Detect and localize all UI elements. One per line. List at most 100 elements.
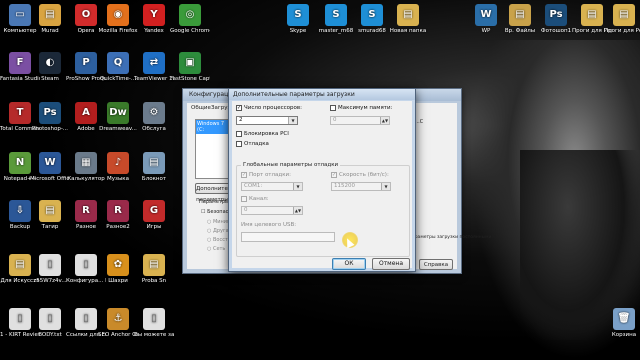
channel-checkbox[interactable]: Канал: [241, 196, 269, 202]
desktop-icon[interactable]: ▤ Proba Sn [134, 254, 174, 284]
desktop-icon-label: FastStone Capture [170, 76, 210, 82]
baud-rate-checkbox[interactable]: ✓ Скорость (бит/с): [331, 172, 389, 178]
desktop-icon-label: Новая папка [389, 28, 427, 34]
dreamweaver-icon: Dw [107, 102, 129, 124]
desktop-icon-label: Фотошоп1 [540, 28, 572, 34]
service-icon: ⚙ [143, 102, 165, 124]
chevron-down-icon[interactable]: ▼ [293, 183, 302, 190]
chevron-down-icon[interactable]: ▼ [381, 183, 390, 190]
checkbox-box[interactable] [241, 196, 247, 202]
desktop-icon[interactable]: ⇄ TeamViewer 10 [134, 52, 174, 82]
desktop-icon-label: QuickTime-... [99, 76, 137, 82]
usb-target-field[interactable] [241, 232, 335, 242]
desktop-icon-label: z55W7z4v... [33, 278, 67, 284]
desktop-icon-label: Проги для Рерайта [604, 28, 640, 34]
text-file-icon: ▯ [9, 308, 31, 330]
num-processors-select[interactable]: 2 ▼ [236, 116, 298, 125]
desktop-icon[interactable]: ⚓ SEO Anchor Generator... [98, 308, 138, 338]
desktop-icon[interactable]: Q QuickTime-... [98, 52, 138, 82]
checkbox-box[interactable] [236, 131, 242, 137]
list-item-right: ...C [415, 119, 424, 125]
desktop-icon[interactable]: ▯ z55W7z4v... [30, 254, 70, 284]
list-item[interactable]: Windows 7 (C: [196, 120, 232, 134]
chrome-icon: ◎ [179, 4, 201, 26]
opera-icon: O [75, 4, 97, 26]
desktop-icon[interactable]: S Skype [278, 4, 318, 34]
desktop-icon[interactable]: ◐ Steam [30, 52, 70, 82]
radio-label: Сеть [212, 246, 226, 252]
checkbox-box[interactable] [330, 105, 336, 111]
chevron-down-icon[interactable]: ▼ [288, 117, 297, 124]
desktop-icon[interactable]: Ssmurad68 [352, 4, 392, 34]
tab-general[interactable]: Общие [191, 105, 211, 111]
desktop-icon[interactable]: ⚙ Обслуга [134, 102, 174, 132]
desktop-icon[interactable]: ♪ Музыка [98, 152, 138, 182]
radio-network[interactable]: ○ Сеть [207, 246, 225, 252]
spinner-arrows-icon[interactable]: ▲▼ [293, 207, 302, 214]
desktop-icon-label: Google Chrome [170, 28, 210, 34]
desktop-icon-label: Microsoft Office W... [30, 176, 70, 182]
desktop-icon[interactable]: Dw Dreamweav... [98, 102, 138, 132]
max-memory-checkbox[interactable]: Максимум памяти: [330, 105, 392, 111]
desktop-icon[interactable]: ▤ Новая папка [388, 4, 428, 34]
desktop-icon[interactable]: ▤ Тагир [30, 200, 70, 230]
desktop-icon[interactable]: G Игры [134, 200, 174, 230]
notepad-icon: N [9, 152, 31, 174]
channel-label: Канал: [249, 196, 269, 202]
spinner-arrows-icon[interactable]: ▲▼ [380, 117, 389, 124]
desktop-icon[interactable]: ▯ Вы можете заказать.txt [134, 308, 174, 338]
desktop-icon[interactable]: Ps Photoshop-... [30, 102, 70, 132]
desktop-icon-label: Разное2 [106, 224, 130, 230]
help-button[interactable]: Справка [419, 259, 453, 270]
desktop-icon[interactable]: Ps Фотошоп1 [536, 4, 576, 34]
desktop-icon-label: TeamViewer 10 [134, 76, 174, 82]
desktop-icon-label: Murad [41, 28, 59, 34]
advanced-boot-options-dialog[interactable]: Дополнительные параметры загрузки ✓ Числ… [228, 88, 416, 272]
desktop-icon-label: BODY.txt [38, 332, 62, 338]
channel-value: 0 [244, 207, 248, 213]
max-memory-spinner[interactable]: 0 ▲▼ [330, 116, 390, 125]
baud-rate-select[interactable]: 115200 ▼ [331, 182, 391, 191]
group-title: Глобальные параметры отладки [241, 162, 341, 168]
faststone-icon: ▣ [179, 52, 201, 74]
checkbox-box[interactable]: ✓ [241, 172, 247, 178]
desktop-icon[interactable]: ▤ Проги для Рерайта [604, 4, 640, 34]
debug-port-select[interactable]: COM1: ▼ [241, 182, 303, 191]
desktop-icon-label: SEO Anchor Generator... [98, 332, 138, 338]
checkbox-box[interactable]: ✓ [331, 172, 337, 178]
num-processors-checkbox[interactable]: ✓ Число процессоров: [236, 105, 302, 111]
music-icon: ♪ [107, 152, 129, 174]
desktop-icon[interactable]: ▤ Блокнот [134, 152, 174, 182]
num-processors-value: 2 [239, 117, 243, 123]
desktop-icon[interactable]: ✿ Шахри [98, 254, 138, 284]
desktop-icon[interactable]: W Microsoft Office W... [30, 152, 70, 182]
desktop-icon[interactable]: ▤ Murad [30, 4, 70, 34]
debug-checkbox[interactable]: Отладка [236, 141, 269, 147]
desktop-icon[interactable]: ◉ Mozilla Firefox [98, 4, 138, 34]
folder-icon: ▤ [143, 254, 165, 276]
text-file-icon: ▯ [75, 308, 97, 330]
photoshop-icon: Ps [39, 102, 61, 124]
desktop-icon[interactable]: 🗑 Корзина [604, 308, 640, 338]
desktop-icon[interactable]: Y Yandex [134, 4, 174, 34]
seo-icon: ⚓ [107, 308, 129, 330]
channel-spinner[interactable]: 0 ▲▼ [241, 206, 303, 215]
fantasia-icon: F [9, 52, 31, 74]
desktop-icon[interactable]: ◎ Google Chrome [170, 4, 210, 34]
debug-label: Отладка [244, 141, 269, 147]
checkbox-box[interactable]: ✓ [236, 105, 242, 111]
max-memory-value: 0 [333, 117, 337, 123]
pci-lock-checkbox[interactable]: Блокировка PCI [236, 131, 289, 137]
ok-button[interactable]: ОК [332, 258, 366, 270]
desktop-icon[interactable]: R Разное2 [98, 200, 138, 230]
desktop-icon[interactable]: ▤ Вр. Файлы [500, 4, 540, 34]
debug-port-checkbox[interactable]: ✓ Порт отладки: [241, 172, 291, 178]
baud-rate-label: Скорость (бит/с): [339, 172, 389, 178]
cancel-button[interactable]: Отмена [372, 258, 410, 270]
skype-icon: S [325, 4, 347, 26]
checkbox-box[interactable] [236, 141, 242, 147]
desktop-icon[interactable]: ▣ FastStone Capture [170, 52, 210, 82]
desktop-icon[interactable]: ▯ BODY.txt [30, 308, 70, 338]
desktop-icon-label: Mozilla Firefox [98, 28, 138, 34]
desktop-icon[interactable]: Smaster_m68 [316, 4, 356, 34]
